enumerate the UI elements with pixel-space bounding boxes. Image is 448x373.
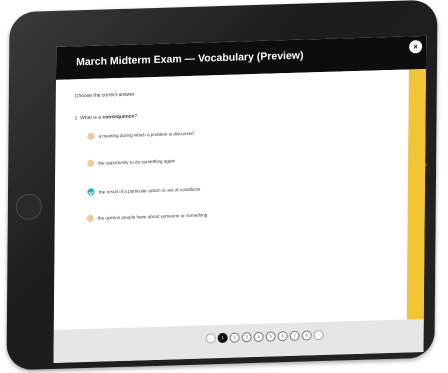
answer-option[interactable]: the opinion people have about someone or… bbox=[86, 211, 208, 223]
page-button-4[interactable]: 4 bbox=[253, 331, 264, 343]
answer-option-label: a meeting during which a problem is disc… bbox=[98, 130, 194, 139]
question-term: consequence bbox=[102, 113, 135, 121]
answer-option[interactable]: the opportunity to do something again bbox=[87, 157, 176, 168]
page-button-1[interactable]: 1 bbox=[217, 332, 228, 344]
exam-title: March Midterm Exam — Vocabulary (Preview… bbox=[76, 49, 304, 69]
stage: March Midterm Exam — Vocabulary (Preview… bbox=[0, 0, 448, 373]
question-text: 1. What is a consequence? bbox=[75, 114, 138, 122]
tablet-device: March Midterm Exam — Vocabulary (Preview… bbox=[6, 0, 438, 371]
question-prefix: 1. What is a bbox=[74, 114, 103, 122]
page-button-3[interactable]: 3 bbox=[241, 332, 252, 343]
page-button-7[interactable]: 7 bbox=[289, 330, 300, 341]
screen: March Midterm Exam — Vocabulary (Preview… bbox=[53, 35, 427, 364]
prev-page-button[interactable]: ‹ bbox=[205, 333, 216, 344]
question-suffix: ? bbox=[134, 113, 138, 120]
radio-unselected-icon[interactable] bbox=[87, 132, 95, 140]
radio-unselected-icon[interactable] bbox=[87, 159, 95, 168]
close-icon[interactable]: × bbox=[409, 40, 423, 54]
answer-option-selected[interactable]: the result of a particular action or set… bbox=[86, 185, 201, 197]
page-button-5[interactable]: 5 bbox=[265, 331, 276, 342]
answer-option[interactable]: a meeting during which a problem is disc… bbox=[87, 130, 194, 140]
answer-option-label: the result of a particular action or set… bbox=[98, 186, 201, 195]
home-button[interactable] bbox=[15, 193, 42, 221]
pagination: ‹ 1 2 3 4 5 6 7 8 › bbox=[205, 329, 326, 344]
question-panel: Choose the correct answer. 1. What is a … bbox=[53, 69, 409, 330]
accent-sidebar bbox=[406, 68, 426, 320]
radio-unselected-icon[interactable] bbox=[86, 214, 94, 223]
next-page-button[interactable]: › bbox=[313, 329, 324, 341]
page-button-2[interactable]: 2 bbox=[229, 332, 240, 343]
instruction-text: Choose the correct answer. bbox=[74, 91, 136, 100]
answer-option-label: the opportunity to do something again bbox=[98, 158, 176, 166]
page-button-6[interactable]: 6 bbox=[277, 331, 288, 342]
radio-checked-icon[interactable] bbox=[86, 187, 96, 197]
page-button-8[interactable]: 8 bbox=[301, 330, 312, 341]
answer-option-label: the opinion people have about someone or… bbox=[97, 212, 208, 221]
